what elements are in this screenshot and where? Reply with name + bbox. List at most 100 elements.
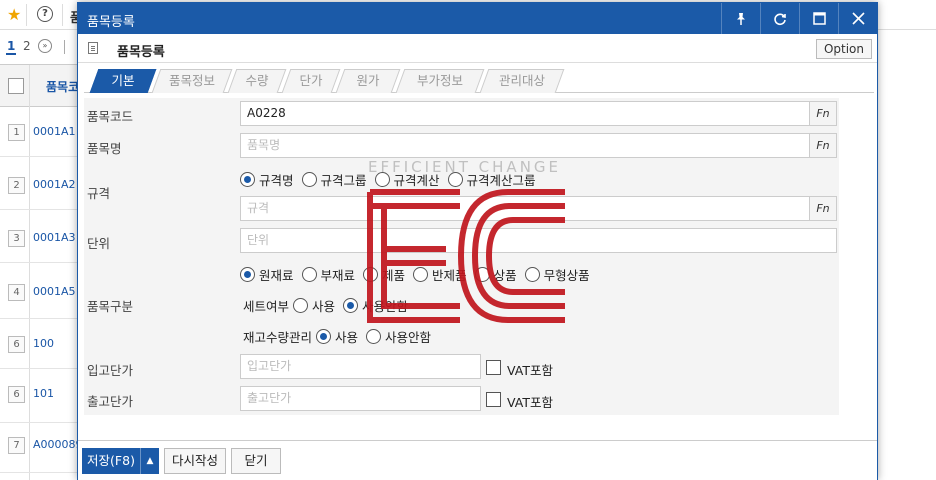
item-grid: 품목코 1 0001A1 2 0001A2 3 0001A3 4 0001A5 …	[0, 64, 83, 480]
item-type-label: 품목구분	[87, 299, 134, 314]
type-radio-raw[interactable]: 원재료	[240, 265, 294, 284]
document-icon	[88, 42, 98, 54]
spec-radio-calc-group[interactable]: 규격계산그룹	[447, 170, 536, 189]
spec-input[interactable]: 규격	[240, 196, 810, 221]
radio-label: 사용안함	[385, 330, 432, 345]
help-icon[interactable]: ?	[37, 6, 53, 22]
next-page-icon[interactable]: »	[38, 39, 52, 53]
radio-label: 상품	[493, 268, 517, 283]
table-row[interactable]: 3 0001A3	[0, 210, 80, 263]
unit-input[interactable]: 단위	[240, 228, 837, 253]
save-button[interactable]: 저장(F8) ▲	[82, 448, 159, 474]
item-name-input[interactable]: 품목명	[240, 133, 810, 158]
table-row[interactable]: 7 A000089	[0, 423, 83, 473]
item-code-input[interactable]: A0228	[240, 101, 810, 126]
radio-button[interactable]	[343, 298, 359, 313]
item-name-fn-button[interactable]: Fn	[809, 133, 837, 158]
dialog-titlebar[interactable]: 품목등록	[78, 3, 877, 34]
row-number: 3	[8, 230, 25, 247]
divider	[26, 4, 27, 26]
item-code-fn-button[interactable]: Fn	[809, 101, 837, 126]
tab-basic[interactable]: 기본	[89, 69, 157, 93]
save-label[interactable]: 저장(F8)	[82, 448, 141, 474]
dialog-header: 품목등록 Option	[78, 34, 877, 63]
in-price-vat-checkbox[interactable]	[486, 360, 501, 375]
tab-cost[interactable]: 원가	[335, 69, 401, 93]
spec-radio-calc[interactable]: 규격계산	[374, 170, 440, 189]
item-code-link[interactable]: A000089	[33, 438, 83, 451]
radio-button[interactable]	[316, 329, 332, 344]
tab-quantity[interactable]: 수량	[227, 69, 287, 93]
page-2-link[interactable]: 2	[23, 39, 31, 53]
radio-button[interactable]	[474, 267, 490, 282]
dialog-footer: 저장(F8) ▲ 다시작성 닫기	[78, 440, 877, 480]
radio-button[interactable]	[301, 172, 317, 187]
divider	[64, 40, 65, 54]
out-price-vat-checkbox[interactable]	[486, 392, 501, 407]
close-button[interactable]: 닫기	[231, 448, 281, 474]
table-row[interactable]: 6 100	[0, 319, 80, 369]
set-radio-use[interactable]: 사용	[293, 296, 335, 315]
grid-header: 품목코	[0, 65, 80, 107]
radio-button[interactable]	[413, 267, 429, 282]
option-button[interactable]: Option	[815, 39, 872, 59]
in-price-input[interactable]: 입고단가	[240, 354, 481, 379]
pin-icon[interactable]	[721, 3, 760, 34]
tab-label: 부가정보	[416, 73, 463, 88]
page-1-link[interactable]: 1	[6, 39, 17, 55]
set-radio-unused[interactable]: 사용안함	[343, 296, 408, 315]
in-price-vat-label: VAT포함	[507, 363, 553, 378]
spec-fn-button[interactable]: Fn	[809, 196, 837, 221]
out-price-input[interactable]: 출고단가	[240, 386, 481, 411]
radio-button[interactable]	[366, 329, 382, 344]
item-code-link[interactable]: 0001A2	[33, 178, 76, 191]
radio-button[interactable]	[447, 172, 463, 187]
type-radio-semi[interactable]: 반제품	[413, 265, 467, 284]
type-radio-intangible[interactable]: 무형상품	[524, 265, 590, 284]
close-icon[interactable]	[838, 3, 877, 34]
tab-additional-info[interactable]: 부가정보	[395, 69, 485, 93]
tab-item-info[interactable]: 품목정보	[151, 69, 233, 93]
radio-label: 사용	[312, 299, 336, 314]
select-all-checkbox[interactable]	[8, 78, 24, 94]
star-icon[interactable]: ★	[7, 5, 21, 24]
item-code-link[interactable]: 101	[33, 387, 54, 400]
radio-label: 규격계산그룹	[466, 173, 536, 188]
caret-up-icon[interactable]: ▲	[141, 448, 159, 474]
rewrite-button[interactable]: 다시작성	[164, 448, 226, 474]
radio-button[interactable]	[524, 267, 540, 282]
radio-button[interactable]	[301, 267, 317, 282]
item-code-link[interactable]: 0001A1	[33, 125, 76, 138]
stock-radio-unused[interactable]: 사용안함	[366, 327, 431, 346]
table-row[interactable]: 6 101	[0, 369, 80, 423]
spec-radio-group: 규격명 규격그룹 규격계산 규격계산그룹	[240, 170, 544, 189]
type-radio-goods[interactable]: 상품	[474, 265, 517, 284]
item-code-link[interactable]: 0001A3	[33, 231, 76, 244]
spec-radio-group-option[interactable]: 규격그룹	[301, 170, 367, 189]
table-row[interactable]: 4 0001A5	[0, 263, 80, 319]
tab-label: 품목정보	[168, 73, 215, 88]
tab-unit-price[interactable]: 단가	[281, 69, 341, 93]
radio-label: 규격계산	[393, 173, 440, 188]
out-price-vat-label: VAT포함	[507, 395, 553, 410]
item-code-link[interactable]: 0001A5	[33, 285, 76, 298]
radio-button[interactable]	[240, 172, 255, 187]
radio-button[interactable]	[293, 298, 309, 313]
radio-button[interactable]	[363, 267, 379, 282]
refresh-icon[interactable]	[760, 3, 799, 34]
type-radio-product[interactable]: 제품	[363, 265, 405, 284]
type-radio-sub[interactable]: 부재료	[301, 265, 355, 284]
item-code-link[interactable]: 100	[33, 337, 54, 350]
radio-label: 규격명	[259, 173, 294, 188]
stock-radio-use[interactable]: 사용	[316, 327, 358, 346]
radio-label: 규격그룹	[320, 173, 367, 188]
grid-header-item-code[interactable]: 품목코	[46, 78, 79, 95]
divider	[62, 4, 63, 26]
radio-button[interactable]	[374, 172, 390, 187]
table-row[interactable]: 1 0001A1	[0, 107, 80, 157]
table-row[interactable]: 2 0001A2	[0, 157, 80, 210]
maximize-icon[interactable]	[799, 3, 838, 34]
spec-radio-name[interactable]: 규격명	[240, 170, 294, 189]
tab-management[interactable]: 관리대상	[479, 69, 565, 93]
radio-button[interactable]	[240, 267, 255, 282]
